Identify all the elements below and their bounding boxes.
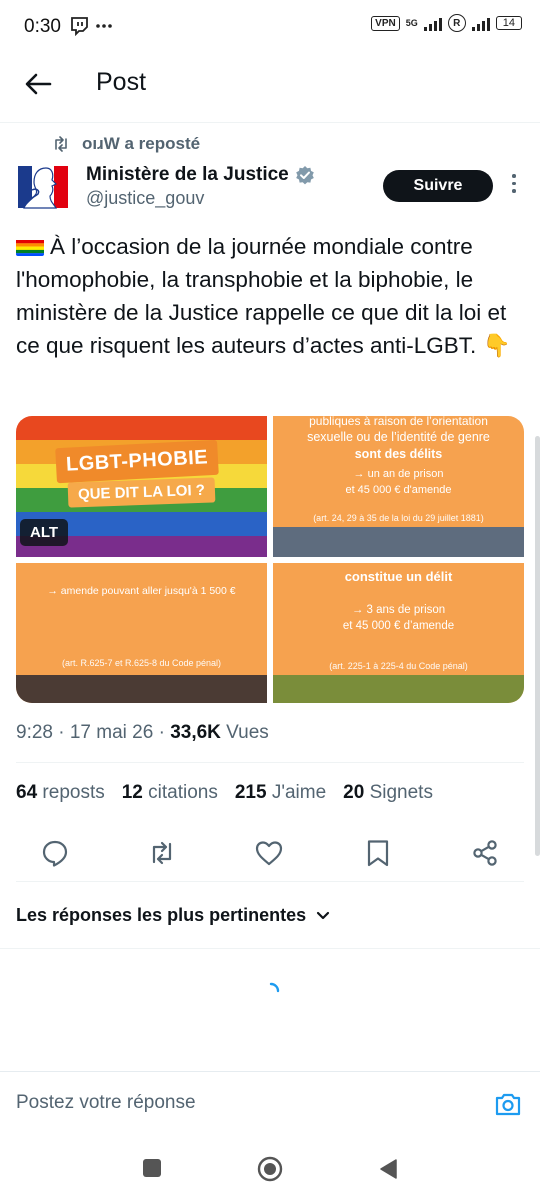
quotes-label: citations [148, 782, 218, 803]
views-count: 33,6K [170, 722, 221, 743]
divider [16, 762, 524, 763]
alt-badge[interactable]: ALT [20, 519, 69, 546]
media-image-1[interactable]: LGBT-PHOBIE QUE DIT LA LOI ? ALT [16, 416, 267, 557]
camera-icon[interactable] [494, 1090, 522, 1118]
system-back-button[interactable] [378, 1158, 398, 1180]
like-icon[interactable] [254, 838, 284, 868]
image2-ref: (art. 24, 29 à 35 de la loi du 29 juille… [313, 513, 484, 523]
share-icon[interactable] [470, 838, 500, 868]
reposted-by-text: oıɹW a reposté [82, 134, 201, 153]
likes-label: J'aime [271, 782, 327, 803]
media-image-2[interactable]: publiques à raison de l’orientation sexu… [273, 416, 524, 557]
reposts-stat[interactable]: 64 reposts [16, 782, 105, 804]
media-grid: LGBT-PHOBIE QUE DIT LA LOI ? ALT publiqu… [16, 416, 524, 703]
author-handle: @justice_gouv [86, 188, 205, 208]
loading-spinner-icon [269, 982, 280, 993]
image1-subtitle: QUE DIT LA LOI ? [67, 477, 216, 508]
repost-indicator[interactable]: oıɹW a reposté [52, 134, 200, 154]
reply-icon[interactable] [40, 838, 70, 868]
image2-line4: → un an de prison [353, 468, 444, 480]
chevron-down-icon [317, 911, 330, 919]
marianne-logo-icon [18, 166, 68, 209]
image3-line1: → amende pouvant aller jusqu'à 1 500 € [47, 585, 236, 597]
reposts-count: 64 [16, 782, 38, 803]
status-time: 0:30 [24, 16, 61, 37]
image3-ref: (art. R.625-7 et R.625-8 du Code pénal) [61, 658, 222, 668]
bookmarks-count: 20 [343, 782, 365, 803]
recent-apps-button[interactable] [143, 1159, 161, 1177]
page-title: Post [96, 68, 147, 96]
home-button[interactable] [257, 1156, 283, 1182]
quotes-stat[interactable]: 12 citations [122, 782, 218, 804]
post-timestamp[interactable]: 9:28 · 17 mai 26 · [16, 722, 170, 743]
verified-badge-icon [295, 166, 314, 185]
network-type: 5G [405, 18, 418, 28]
image2-line2: sexuelle ou de l’identité de genre [307, 430, 490, 444]
quotes-count: 12 [121, 782, 143, 803]
image4-line1: constitue un délit [344, 569, 453, 584]
views-label: Vues [220, 722, 269, 743]
top-bar: Post [0, 52, 540, 116]
scrollbar[interactable] [535, 436, 540, 856]
image4-ref: (art. 225-1 à 225-4 du Code pénal) [329, 661, 468, 671]
image2-line1: publiques à raison de l’orientation [309, 416, 488, 428]
back-arrow-icon[interactable] [22, 68, 54, 100]
signal-icon-2 [471, 15, 490, 31]
post-stats: 64 reposts 12 citations 215 J'aime 20 Si… [16, 782, 433, 804]
bookmark-icon[interactable] [363, 838, 393, 868]
replies-sort-label: Les réponses les plus pertinentes [16, 905, 307, 925]
author-name-row: Ministère de la Justice [86, 164, 315, 186]
image2-line3: sont des délits [354, 447, 443, 461]
battery-icon: 14 [495, 16, 522, 30]
reposts-label: reposts [42, 782, 105, 803]
vpn-icon: VPN [371, 15, 400, 31]
status-right: VPN 5G R 14 [371, 14, 522, 32]
bookmarks-stat[interactable]: 20 Signets [343, 782, 433, 804]
post-meta: 9:28 · 17 mai 26 · 33,6K Vues [16, 722, 269, 744]
divider [16, 881, 524, 882]
image2-photo-strip [273, 527, 524, 557]
image4-line3: et 45 000 € d’amende [342, 620, 455, 632]
author-name: Ministère de la Justice [86, 164, 289, 185]
image3-photo-strip [16, 675, 267, 703]
post-text-container: À l’occasion de la journée mondiale cont… [16, 230, 521, 362]
bookmarks-label: Signets [369, 782, 433, 803]
image2-line5: et 45 000 € d'amende [345, 484, 452, 496]
media-image-4[interactable]: constitue un délit → 3 ans de prison et … [273, 563, 524, 703]
author-info[interactable]: Ministère de la Justice @justice_gouv [86, 164, 315, 209]
notification-icons [70, 16, 130, 41]
follow-button[interactable]: Suivre [383, 170, 493, 202]
likes-stat[interactable]: 215 J'aime [235, 782, 326, 804]
reply-input[interactable] [16, 1092, 476, 1114]
post-actions [0, 838, 540, 874]
image4-line2: → 3 ans de prison [351, 604, 446, 616]
replies-sort-dropdown[interactable]: Les réponses les plus pertinentes [16, 905, 330, 926]
system-nav-bar [0, 1140, 540, 1200]
twitch-icon [71, 17, 112, 37]
rainbow-flag-icon [16, 236, 44, 256]
repost-action-icon[interactable] [147, 838, 177, 868]
divider [0, 948, 540, 949]
carrier-icon: R [447, 14, 466, 32]
divider [0, 122, 540, 123]
media-image-3[interactable]: → amende pouvant aller jusqu'à 1 500 € (… [16, 563, 267, 703]
image4-photo-strip [273, 675, 524, 703]
divider [0, 1071, 540, 1072]
post-text: À l’occasion de la journée mondiale cont… [16, 234, 511, 358]
status-bar: 0:30 VPN 5G R 14 [0, 0, 540, 52]
repost-icon [52, 136, 70, 152]
signal-icon [423, 15, 442, 31]
avatar[interactable] [16, 160, 70, 214]
likes-count: 215 [234, 782, 267, 803]
more-options-icon[interactable] [510, 174, 518, 202]
